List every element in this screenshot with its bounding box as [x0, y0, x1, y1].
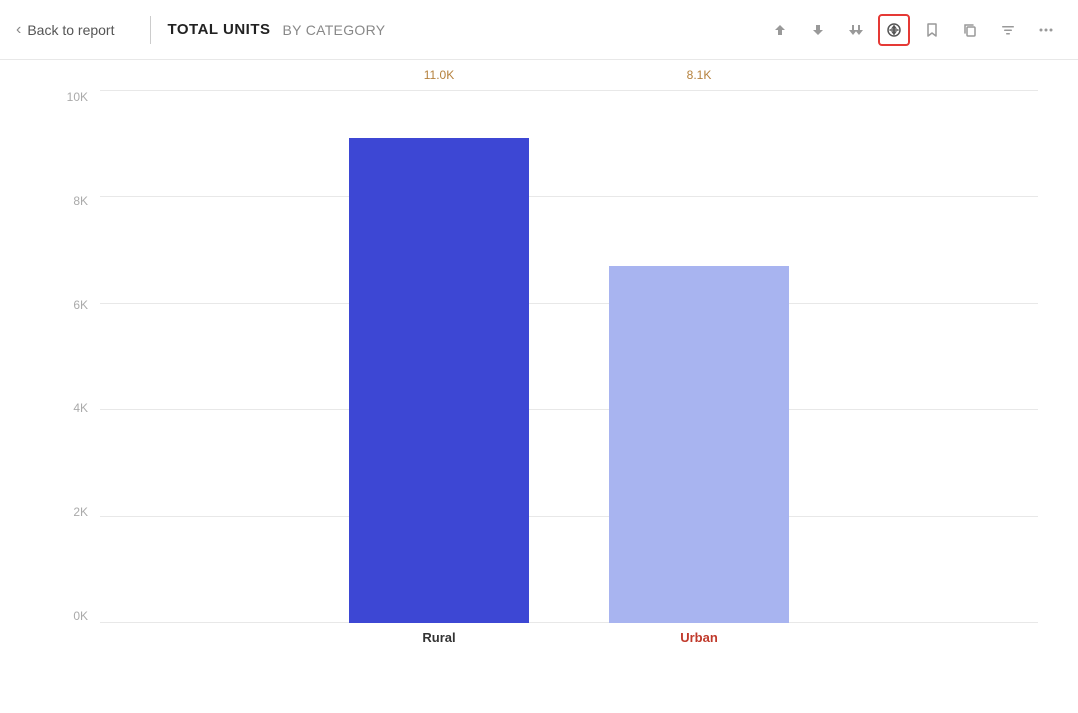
y-label-2k: 2K — [73, 505, 88, 519]
x-axis: Rural Urban — [100, 623, 1038, 653]
y-label-6k: 6K — [73, 298, 88, 312]
chart-area: 10K 8K 6K 4K 2K 0K 11.0K 8.1K — [0, 60, 1078, 713]
chart-content: 11.0K 8.1K Rural Urban — [100, 80, 1038, 653]
bar-urban[interactable] — [609, 266, 789, 623]
copy-icon[interactable] — [954, 14, 986, 46]
divider — [150, 16, 151, 44]
bookmark-icon[interactable] — [916, 14, 948, 46]
back-link[interactable]: ‹ Back to report — [16, 21, 134, 39]
top-bar: ‹ Back to report TOTAL UNITS BY CATEGORY — [0, 0, 1078, 60]
sort-down-icon[interactable] — [802, 14, 834, 46]
sort-up-icon[interactable] — [764, 14, 796, 46]
chart-subtitle: BY CATEGORY — [282, 22, 385, 38]
title-section: TOTAL UNITS BY CATEGORY — [167, 21, 385, 38]
bar-group-rural: 11.0K — [349, 90, 529, 623]
x-label-rural-group: Rural — [349, 629, 529, 647]
sort-down-double-icon[interactable] — [840, 14, 872, 46]
bar-value-rural: 11.0K — [424, 68, 454, 82]
y-label-0k: 0K — [73, 609, 88, 623]
bar-value-urban: 8.1K — [687, 68, 712, 82]
bar-group-urban: 8.1K — [609, 90, 789, 623]
x-label-urban: Urban — [680, 630, 718, 645]
x-label-rural: Rural — [422, 630, 455, 645]
y-label-8k: 8K — [73, 194, 88, 208]
chevron-left-icon: ‹ — [16, 21, 21, 39]
y-label-4k: 4K — [73, 401, 88, 415]
top-bar-left: ‹ Back to report TOTAL UNITS BY CATEGORY — [16, 16, 385, 44]
x-label-urban-group: Urban — [609, 629, 789, 647]
bars-container: 11.0K 8.1K — [100, 90, 1038, 623]
y-label-10k: 10K — [67, 90, 88, 104]
filter-icon[interactable] — [992, 14, 1024, 46]
back-label: Back to report — [27, 22, 114, 38]
y-axis: 10K 8K 6K 4K 2K 0K — [60, 80, 100, 653]
bar-rural[interactable] — [349, 138, 529, 623]
chart-title: TOTAL UNITS — [167, 21, 270, 38]
focus-icon[interactable] — [878, 14, 910, 46]
more-icon[interactable] — [1030, 14, 1062, 46]
toolbar — [764, 14, 1062, 46]
